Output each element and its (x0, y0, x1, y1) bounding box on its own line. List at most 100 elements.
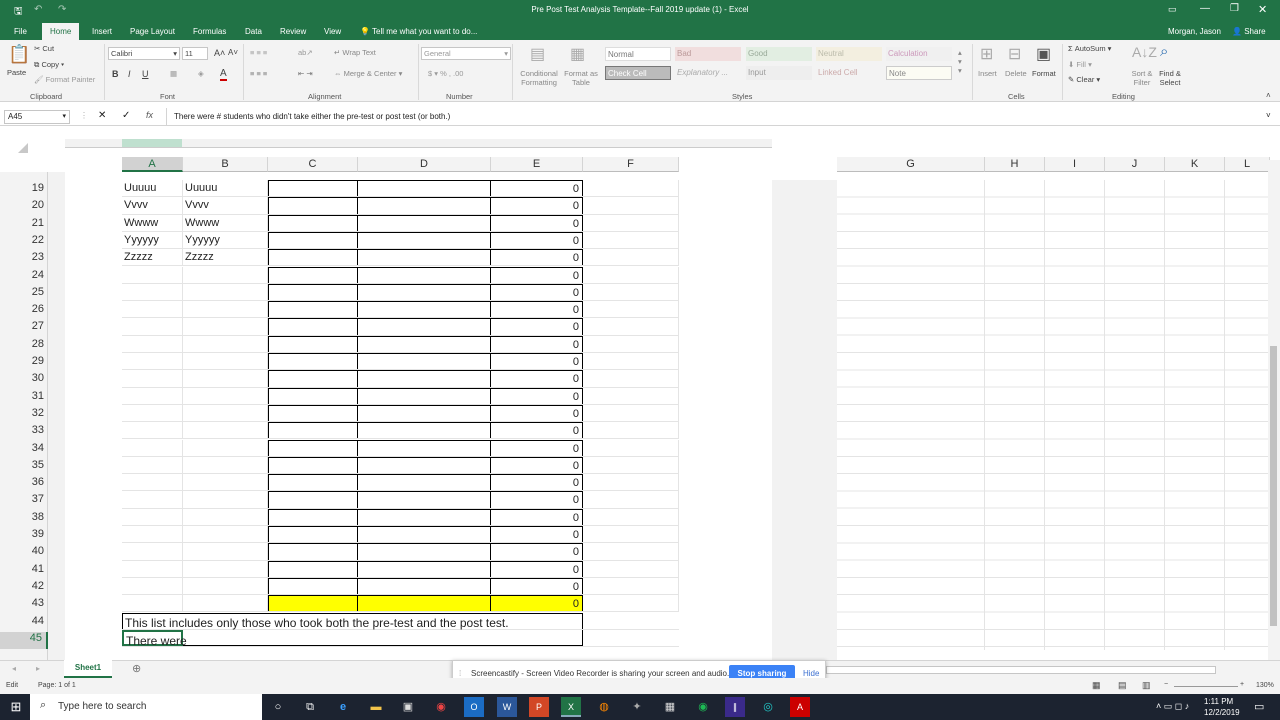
select-all-corner[interactable] (18, 143, 28, 153)
cell-b[interactable] (183, 577, 268, 595)
taskbar-search-box[interactable]: ⌕ Type here to search (30, 694, 262, 720)
cell-c[interactable] (268, 560, 358, 577)
cell-b[interactable] (183, 560, 268, 577)
style-bad[interactable]: Bad (675, 47, 741, 61)
cortana-icon[interactable]: ○ (268, 697, 288, 717)
cell-e[interactable]: 0 (491, 335, 583, 352)
cell-c[interactable] (268, 301, 358, 318)
formula-input[interactable]: There were # students who didn't take ei… (174, 112, 450, 121)
cell-b[interactable]: Zzzzz (183, 249, 268, 266)
tab-formulas[interactable]: Formulas (193, 27, 226, 36)
cell-b[interactable]: Yyyyyy (183, 231, 268, 249)
cell-a[interactable]: Zzzzz (122, 249, 183, 266)
minimize-icon[interactable]: — (1200, 3, 1210, 14)
cell-d[interactable] (358, 283, 491, 301)
cell-d[interactable] (358, 249, 491, 266)
cell-b[interactable] (183, 335, 268, 352)
cell-f[interactable] (583, 335, 679, 352)
cell-b[interactable] (183, 353, 268, 370)
hide-button[interactable]: Hide (803, 669, 819, 678)
cell-e[interactable]: 0 (491, 577, 583, 595)
cell-c[interactable] (268, 335, 358, 352)
style-linked-cell[interactable]: Linked Cell (816, 66, 882, 80)
insert-function-icon[interactable]: fx (146, 110, 153, 120)
fill-color-icon[interactable]: ◈ (198, 69, 204, 78)
acrobat-icon[interactable]: A (790, 697, 810, 717)
row-header[interactable]: 35 (0, 459, 48, 476)
row-header[interactable]: 45 (0, 631, 48, 650)
zoom-out-icon[interactable]: − (1164, 681, 1168, 688)
task-view-icon[interactable]: ⧉ (300, 697, 320, 717)
horizontal-scrollbar[interactable] (826, 666, 1216, 674)
confirm-entry-icon[interactable]: ✓ (122, 110, 130, 121)
cell-f[interactable] (583, 266, 679, 283)
share-button[interactable]: 👤 Share (1232, 27, 1266, 36)
column-header-d[interactable]: D (358, 157, 491, 172)
cell-b[interactable] (183, 387, 268, 404)
bold-button[interactable]: B (112, 69, 119, 79)
format-as-table-button[interactable]: Format as Table (562, 69, 600, 87)
row-header[interactable]: 44 (0, 615, 48, 632)
cell-f[interactable] (583, 439, 679, 456)
vertical-scrollbar[interactable] (1268, 160, 1280, 660)
cell-d[interactable] (358, 335, 491, 352)
column-header-a[interactable]: A (122, 157, 183, 172)
row-header[interactable]: 28 (0, 338, 48, 355)
copy-button[interactable]: ⧉ Copy ▾ (34, 60, 64, 70)
add-sheet-icon[interactable]: ⊕ (132, 662, 141, 675)
cell-b[interactable] (183, 318, 268, 335)
cell-f[interactable] (583, 370, 679, 387)
column-header-h[interactable]: H (985, 157, 1045, 172)
cell-f[interactable] (583, 560, 679, 577)
cell-a[interactable] (122, 283, 183, 301)
cell-b[interactable] (183, 474, 268, 491)
cell-f[interactable] (583, 283, 679, 301)
autosum-button[interactable]: Σ AutoSum ▾ (1068, 44, 1111, 53)
cell-b[interactable] (183, 301, 268, 318)
drag-handle-icon[interactable]: ⁞ (459, 669, 461, 678)
cell-e[interactable]: 0 (491, 387, 583, 404)
cell-b[interactable] (183, 370, 268, 387)
cell-d[interactable] (358, 214, 491, 231)
cell-e[interactable]: 0 (491, 249, 583, 266)
cell-f[interactable] (583, 318, 679, 335)
tab-view[interactable]: View (324, 27, 341, 36)
number-format-select[interactable]: General ▾ (421, 47, 511, 60)
cell-d[interactable] (358, 595, 491, 612)
style-explanatory[interactable]: Explanatory ... (675, 66, 741, 80)
font-size-select[interactable]: 11 (182, 47, 208, 60)
cell-a[interactable]: Wwww (122, 214, 183, 231)
cell-e[interactable]: 0 (491, 560, 583, 577)
cell-a[interactable] (122, 526, 183, 543)
cell-f[interactable] (583, 301, 679, 318)
outlook-icon[interactable]: O (464, 697, 484, 717)
currency-icon[interactable]: $ ▾ % , .00 (428, 69, 463, 78)
orientation-icon[interactable]: ab↗ (298, 48, 313, 57)
row-header[interactable]: 30 (0, 372, 48, 389)
tab-review[interactable]: Review (280, 27, 306, 36)
cell-c[interactable] (268, 456, 358, 474)
windows-start-icon[interactable]: ⊞ (6, 697, 26, 717)
cell-a[interactable] (122, 577, 183, 595)
column-header-j[interactable]: J (1105, 157, 1165, 172)
word-icon[interactable]: W (497, 697, 517, 717)
row-header[interactable]: 20 (0, 199, 48, 216)
cell-d[interactable] (358, 456, 491, 474)
firefox-icon[interactable]: ◍ (594, 697, 614, 717)
cell-c[interactable] (268, 283, 358, 301)
cell-d[interactable] (358, 318, 491, 335)
border-icon[interactable]: ▦ (170, 69, 177, 78)
row-header[interactable]: 43 (0, 597, 48, 614)
notifications-icon[interactable]: ▭ (1254, 700, 1264, 713)
cell-a[interactable] (122, 560, 183, 577)
wrap-text-button[interactable]: ↵ Wrap Text (334, 48, 376, 57)
row-header[interactable]: 41 (0, 563, 48, 580)
cell-a[interactable] (122, 508, 183, 525)
cell-b[interactable] (183, 422, 268, 439)
delete-cells-button[interactable]: Delete (1005, 69, 1027, 78)
cell-c[interactable] (268, 231, 358, 249)
cell-e[interactable]: 0 (491, 595, 583, 612)
cell-e[interactable]: 0 (491, 180, 583, 197)
cell-e[interactable]: 0 (491, 404, 583, 422)
cell-e[interactable]: 0 (491, 422, 583, 439)
